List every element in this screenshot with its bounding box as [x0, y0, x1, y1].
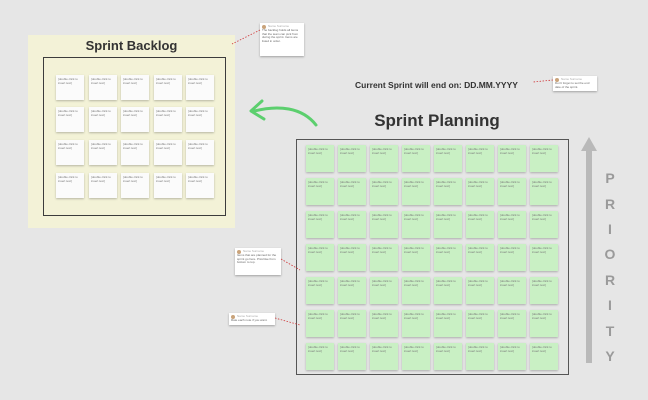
- planning-sticky-note[interactable]: [double click to insert text]: [402, 343, 430, 370]
- backlog-sticky-note[interactable]: [double click to insert text]: [121, 75, 149, 100]
- backlog-sticky-note[interactable]: [double click to insert text]: [56, 107, 84, 132]
- planning-sticky-note[interactable]: [double click to insert text]: [370, 145, 398, 172]
- sprint-planning-frame: [296, 139, 569, 375]
- planning-sticky-note[interactable]: [double click to insert text]: [338, 211, 366, 238]
- planning-sticky-note[interactable]: [double click to insert text]: [370, 211, 398, 238]
- planning-sticky-note[interactable]: [double click to insert text]: [466, 343, 494, 370]
- planning-sticky-note[interactable]: [double click to insert text]: [306, 145, 334, 172]
- priority-letter: R: [604, 272, 616, 288]
- backlog-sticky-note[interactable]: [double click to insert text]: [154, 107, 182, 132]
- planning-sticky-note[interactable]: [double click to insert text]: [338, 343, 366, 370]
- backlog-sticky-note[interactable]: [double click to insert text]: [56, 140, 84, 165]
- priority-letter: O: [604, 246, 616, 262]
- planning-sticky-note[interactable]: [double click to insert text]: [306, 211, 334, 238]
- planning-sticky-note[interactable]: [double click to insert text]: [530, 244, 558, 271]
- planning-sticky-note[interactable]: [double click to insert text]: [402, 178, 430, 205]
- planning-sticky-note[interactable]: [double click to insert text]: [370, 310, 398, 337]
- backlog-sticky-note[interactable]: [double click to insert text]: [121, 107, 149, 132]
- planning-sticky-note[interactable]: [double click to insert text]: [498, 343, 526, 370]
- backlog-sticky-note[interactable]: [double click to insert text]: [154, 173, 182, 198]
- planning-sticky-note[interactable]: [double click to insert text]: [466, 145, 494, 172]
- planning-sticky-note[interactable]: [double click to insert text]: [466, 178, 494, 205]
- planning-sticky-note[interactable]: [double click to insert text]: [306, 277, 334, 304]
- priority-letter: Y: [605, 348, 615, 364]
- planning-sticky-note[interactable]: [double click to insert text]: [370, 343, 398, 370]
- backlog-sticky-note[interactable]: [double click to insert text]: [186, 140, 214, 165]
- planning-sticky-note[interactable]: [double click to insert text]: [402, 211, 430, 238]
- planning-sticky-note[interactable]: [double click to insert text]: [466, 244, 494, 271]
- planning-sticky-note[interactable]: [double click to insert text]: [338, 277, 366, 304]
- sprint-planning-title: Sprint Planning: [374, 111, 500, 130]
- planning-sticky-note[interactable]: [double click to insert text]: [498, 145, 526, 172]
- planning-sticky-note[interactable]: [double click to insert text]: [530, 277, 558, 304]
- planning-sticky-note[interactable]: [double click to insert text]: [338, 244, 366, 271]
- planning-sticky-note[interactable]: [double click to insert text]: [306, 244, 334, 271]
- sprint-backlog-title: Sprint Backlog: [85, 38, 178, 53]
- planning-sticky-note[interactable]: [double click to insert text]: [434, 145, 462, 172]
- planning-sticky-note[interactable]: [double click to insert text]: [402, 244, 430, 271]
- planning-sticky-note[interactable]: [double click to insert text]: [306, 178, 334, 205]
- backlog-sticky-note[interactable]: [double click to insert text]: [89, 107, 117, 132]
- planning-sticky-note[interactable]: [double click to insert text]: [338, 178, 366, 205]
- priority-arrow-icon: [581, 137, 597, 363]
- backlog-sticky-note[interactable]: [double click to insert text]: [56, 173, 84, 198]
- planning-sticky-note[interactable]: [double click to insert text]: [338, 145, 366, 172]
- planning-sticky-note[interactable]: [double click to insert text]: [530, 310, 558, 337]
- planning-sticky-note[interactable]: [double click to insert text]: [498, 277, 526, 304]
- planning-sticky-note[interactable]: [double click to insert text]: [530, 145, 558, 172]
- planning-sticky-note[interactable]: [double click to insert text]: [498, 310, 526, 337]
- planning-sticky-note[interactable]: [double click to insert text]: [370, 178, 398, 205]
- priority-letter: I: [608, 297, 612, 313]
- comment-card[interactable]: Name Surname Don't forget to set the end…: [553, 76, 597, 91]
- planning-sticky-note[interactable]: [double click to insert text]: [434, 244, 462, 271]
- comment-card[interactable]: Name Surname Rate each note if you want.: [229, 313, 275, 325]
- backlog-sticky-note[interactable]: [double click to insert text]: [186, 75, 214, 100]
- planning-sticky-note[interactable]: [double click to insert text]: [466, 310, 494, 337]
- comment-card[interactable]: Name Surname Items that are planned for …: [235, 248, 281, 275]
- planning-sticky-note[interactable]: [double click to insert text]: [498, 211, 526, 238]
- planning-sticky-note[interactable]: [double click to insert text]: [402, 145, 430, 172]
- planning-sticky-note[interactable]: [double click to insert text]: [370, 277, 398, 304]
- priority-letter: P: [605, 170, 615, 186]
- planning-sticky-note[interactable]: [double click to insert text]: [434, 178, 462, 205]
- priority-letter: I: [608, 221, 612, 237]
- planning-sticky-note[interactable]: [double click to insert text]: [530, 343, 558, 370]
- priority-letter: T: [605, 323, 615, 339]
- planning-sticky-note[interactable]: [double click to insert text]: [530, 211, 558, 238]
- backlog-sticky-note[interactable]: [double click to insert text]: [121, 140, 149, 165]
- planning-sticky-note[interactable]: [double click to insert text]: [434, 277, 462, 304]
- backlog-sticky-note[interactable]: [double click to insert text]: [186, 173, 214, 198]
- planning-sticky-note[interactable]: [double click to insert text]: [498, 178, 526, 205]
- backlog-sticky-note[interactable]: [double click to insert text]: [154, 140, 182, 165]
- backlog-sticky-note[interactable]: [double click to insert text]: [186, 107, 214, 132]
- planning-sticky-note[interactable]: [double click to insert text]: [306, 310, 334, 337]
- backlog-sticky-note[interactable]: [double click to insert text]: [89, 140, 117, 165]
- planning-sticky-note[interactable]: [double click to insert text]: [498, 244, 526, 271]
- planning-sticky-note[interactable]: [double click to insert text]: [370, 244, 398, 271]
- planning-sticky-note[interactable]: [double click to insert text]: [530, 178, 558, 205]
- planning-sticky-note[interactable]: [double click to insert text]: [402, 277, 430, 304]
- planning-sticky-note[interactable]: [double click to insert text]: [434, 343, 462, 370]
- backlog-sticky-note[interactable]: [double click to insert text]: [56, 75, 84, 100]
- planning-sticky-note[interactable]: [double click to insert text]: [466, 277, 494, 304]
- planning-sticky-note[interactable]: [double click to insert text]: [306, 343, 334, 370]
- backlog-sticky-note[interactable]: [double click to insert text]: [89, 75, 117, 100]
- planning-sticky-note[interactable]: [double click to insert text]: [434, 310, 462, 337]
- sprint-end-date[interactable]: Current Sprint will end on: DD.MM.YYYY: [355, 80, 518, 90]
- backlog-sticky-note[interactable]: [double click to insert text]: [89, 173, 117, 198]
- planning-sticky-note[interactable]: [double click to insert text]: [434, 211, 462, 238]
- priority-letter: R: [604, 196, 616, 212]
- backlog-sticky-note[interactable]: [double click to insert text]: [154, 75, 182, 100]
- planning-sticky-note[interactable]: [double click to insert text]: [402, 310, 430, 337]
- comment-card[interactable]: Name Surname The backlog holds all items…: [260, 23, 304, 56]
- planning-sticky-note[interactable]: [double click to insert text]: [338, 310, 366, 337]
- backlog-sticky-note[interactable]: [double click to insert text]: [121, 173, 149, 198]
- planning-sticky-note[interactable]: [double click to insert text]: [466, 211, 494, 238]
